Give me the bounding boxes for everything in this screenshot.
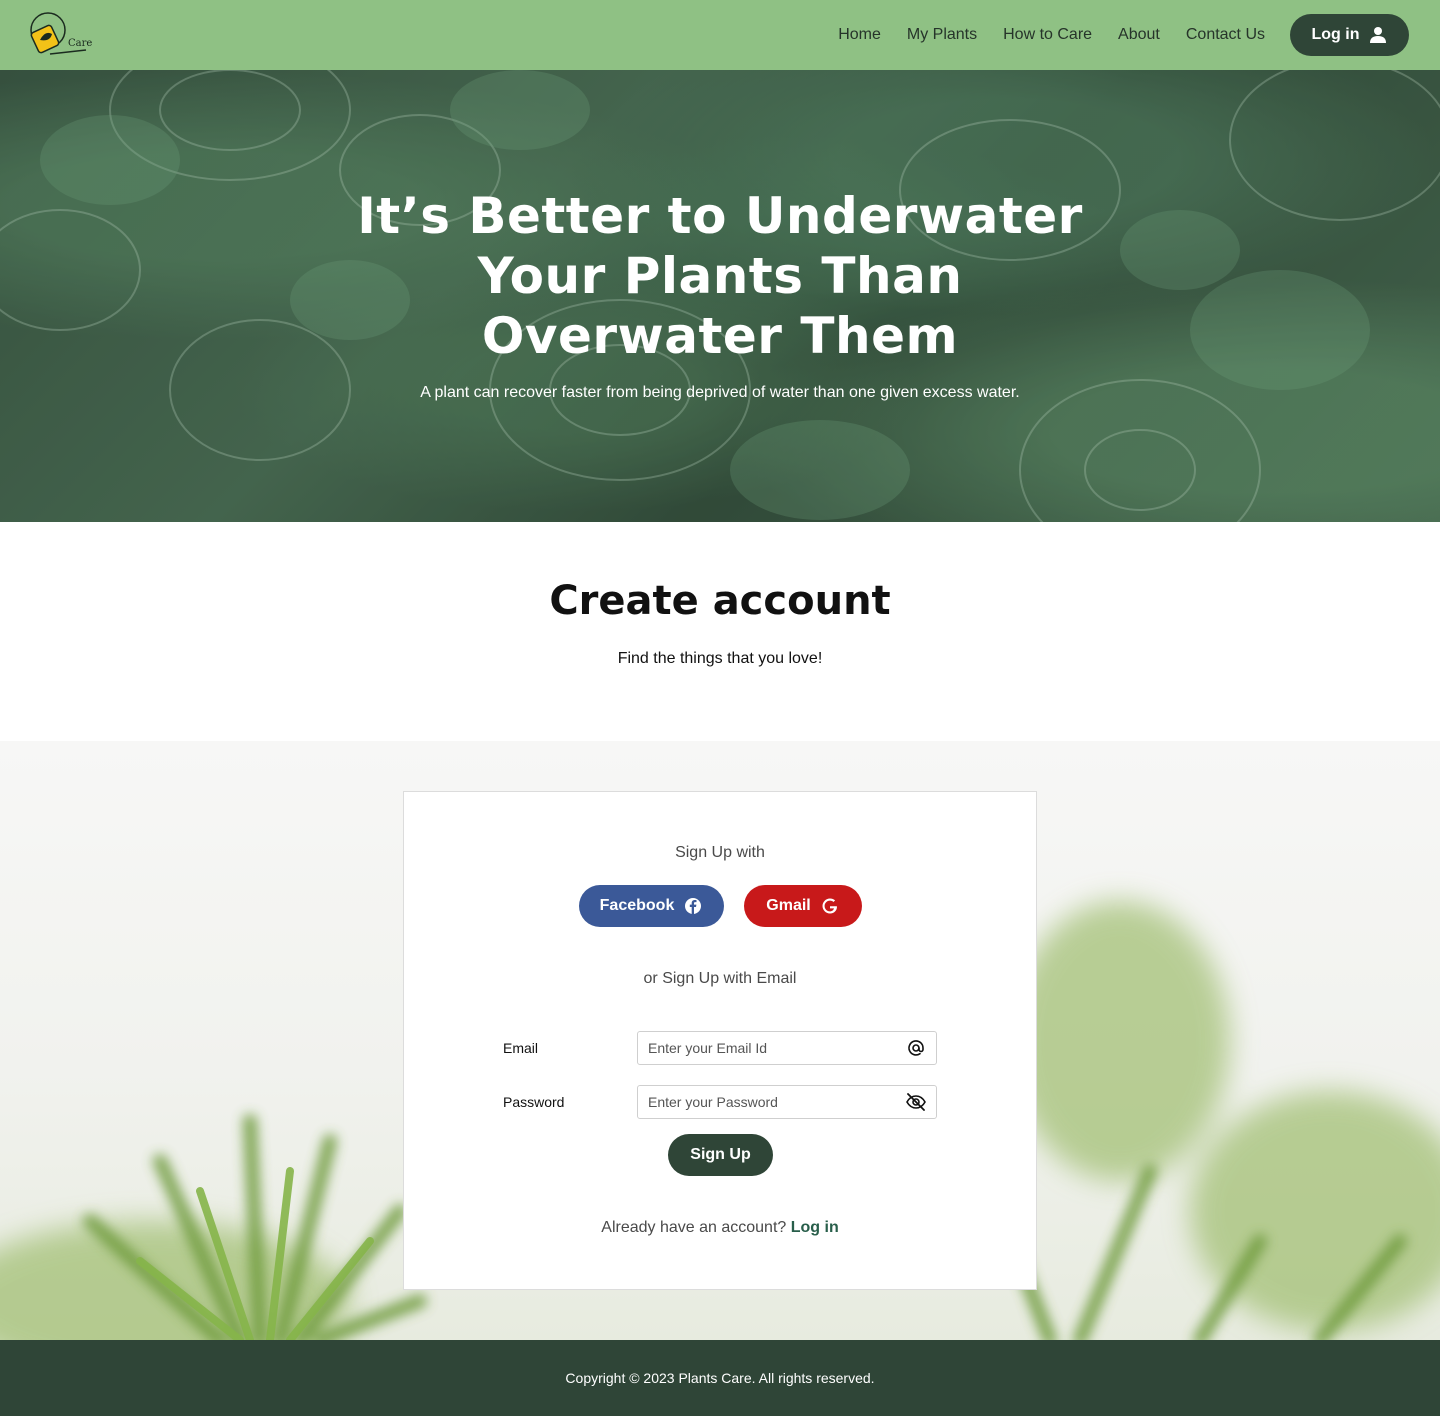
copyright-text: Copyright © 2023 Plants Care. All rights…: [565, 1370, 875, 1386]
gmail-button-label: Gmail: [766, 897, 811, 914]
password-row: Password: [503, 1085, 937, 1119]
hero-subtitle: A plant can recover faster from being de…: [420, 384, 1020, 401]
signup-with-label: Sign Up with: [675, 844, 765, 861]
login-prompt: Already have an account? Log in: [404, 1219, 1036, 1237]
password-input[interactable]: [648, 1094, 906, 1110]
main-nav: Home My Plants How to Care About Contact…: [812, 0, 1265, 70]
have-account-text: Already have an account?: [601, 1219, 787, 1236]
or-signup-email-label: or Sign Up with Email: [643, 970, 797, 987]
social-buttons: Facebook Gmail: [404, 885, 1036, 927]
nav-contact-us[interactable]: Contact Us: [1186, 26, 1265, 44]
email-input[interactable]: [648, 1040, 906, 1056]
nav-my-plants[interactable]: My Plants: [907, 26, 977, 44]
create-account-section: Create account Find the things that you …: [0, 522, 1440, 741]
facebook-icon: [685, 898, 702, 914]
create-account-subtitle: Find the things that you love!: [617, 650, 823, 667]
facebook-signup-button[interactable]: Facebook: [578, 885, 724, 927]
password-field-wrapper: [637, 1085, 937, 1119]
signup-button[interactable]: Sign Up: [668, 1134, 773, 1176]
gmail-signup-button[interactable]: Gmail: [743, 885, 862, 927]
login-button[interactable]: Log in: [1290, 14, 1409, 56]
signup-card: Sign Up with Facebook Gmail or Sign Up w…: [403, 791, 1037, 1290]
login-button-label: Log in: [1311, 26, 1360, 43]
nav-about[interactable]: About: [1118, 26, 1160, 44]
site-header: Care Home My Plants How to Care About Co…: [0, 0, 1440, 70]
svg-text:Care: Care: [68, 38, 92, 49]
email-label: Email: [503, 1040, 539, 1056]
hero-title: It’s Better to Underwater Your Plants Th…: [357, 187, 1083, 365]
user-icon: [1370, 27, 1387, 43]
facebook-button-label: Facebook: [599, 897, 675, 914]
password-label: Password: [503, 1094, 565, 1110]
create-account-title: Create account: [549, 578, 891, 624]
site-footer: Copyright © 2023 Plants Care. All rights…: [0, 1340, 1440, 1416]
google-icon: [822, 898, 837, 914]
login-link[interactable]: Log in: [791, 1219, 839, 1236]
logo[interactable]: Care: [28, 10, 92, 60]
eye-off-icon[interactable]: [906, 1092, 926, 1112]
email-row: Email: [503, 1031, 937, 1065]
nav-how-to-care[interactable]: How to Care: [1003, 26, 1092, 44]
hero-banner: It’s Better to Underwater Your Plants Th…: [0, 70, 1440, 522]
at-icon: [906, 1038, 926, 1058]
email-field-wrapper: [637, 1031, 937, 1065]
nav-home[interactable]: Home: [838, 26, 881, 44]
logo-icon: Care: [30, 12, 92, 55]
